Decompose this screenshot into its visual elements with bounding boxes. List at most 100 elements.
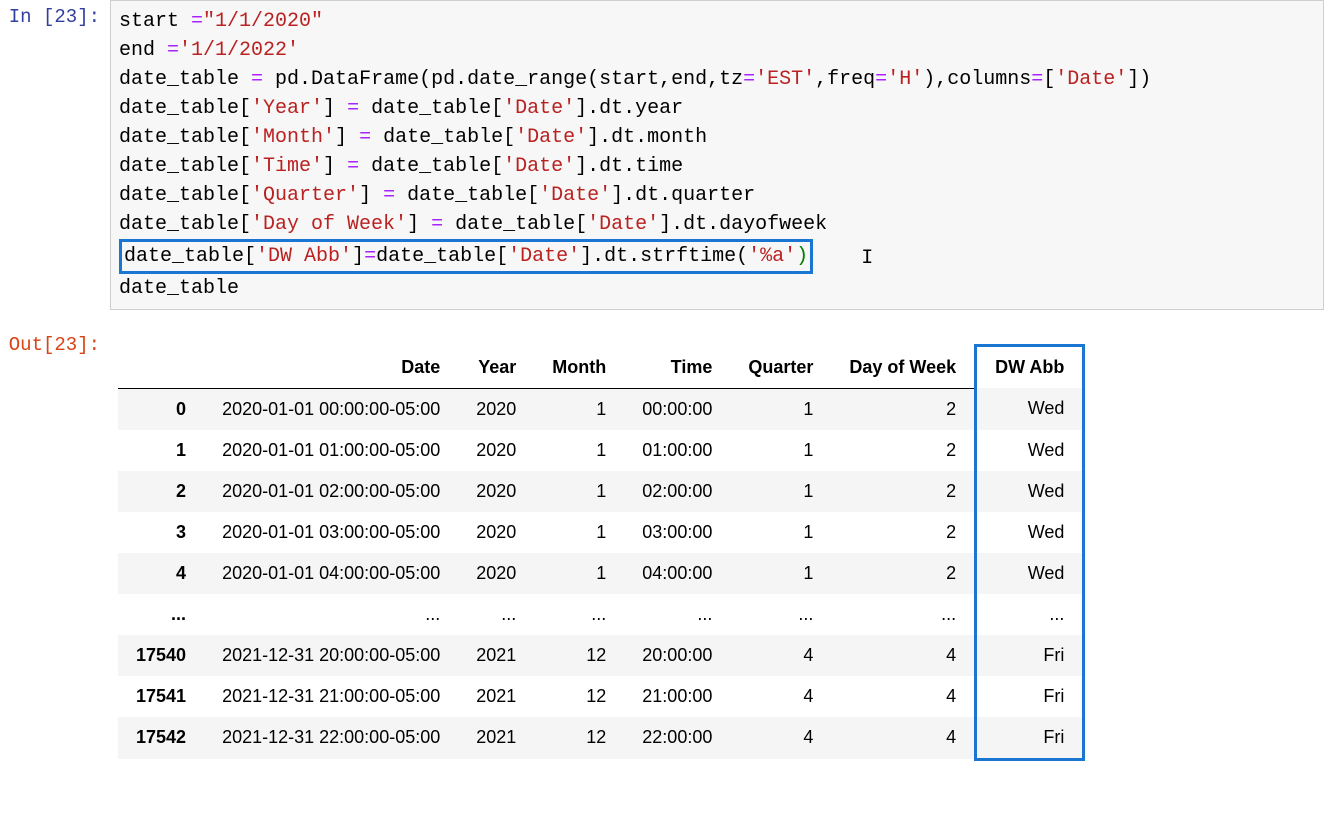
- row-index: 17541: [118, 676, 204, 717]
- text-cursor-icon: I: [861, 244, 871, 273]
- cell-date: 2020-01-01 02:00:00-05:00: [204, 471, 458, 512]
- cell-month: ...: [534, 594, 624, 635]
- output-cell: Out[23]: Date Year Month Time Quarter Da…: [0, 328, 1324, 761]
- cell-time: 02:00:00: [624, 471, 730, 512]
- cell-date: 2020-01-01 04:00:00-05:00: [204, 553, 458, 594]
- code-line-3: date_table = pd.DataFrame(pd.date_range(…: [119, 68, 1151, 91]
- cell-quarter: ...: [730, 594, 831, 635]
- row-index: 17540: [118, 635, 204, 676]
- cell-quarter: 1: [730, 388, 831, 430]
- input-cell: In [23]: start ="1/1/2020" end ='1/1/202…: [0, 0, 1324, 310]
- cell-dwabb: ...: [976, 594, 1084, 635]
- code-line-7: date_table['Quarter'] = date_table['Date…: [119, 184, 755, 207]
- cell-quarter: 1: [730, 512, 831, 553]
- col-header-month: Month: [534, 346, 624, 389]
- cell-time: 00:00:00: [624, 388, 730, 430]
- cell-year: 2021: [458, 676, 534, 717]
- code-line-6: date_table['Time'] = date_table['Date'].…: [119, 155, 683, 178]
- cell-year: 2020: [458, 430, 534, 471]
- col-header-time: Time: [624, 346, 730, 389]
- table-row: 1 2020-01-01 01:00:00-05:00 2020 1 01:00…: [118, 430, 1084, 471]
- cell-month: 1: [534, 512, 624, 553]
- table-row: 17541 2021-12-31 21:00:00-05:00 2021 12 …: [118, 676, 1084, 717]
- table-header-row: Date Year Month Time Quarter Day of Week…: [118, 346, 1084, 389]
- cell-date: 2021-12-31 22:00:00-05:00: [204, 717, 458, 760]
- cell-date: 2020-01-01 01:00:00-05:00: [204, 430, 458, 471]
- cell-month: 12: [534, 717, 624, 760]
- out-prompt: Out[23]:: [0, 328, 110, 356]
- col-header-dwabb: DW Abb: [976, 346, 1084, 389]
- cell-quarter: 1: [730, 553, 831, 594]
- cell-quarter: 4: [730, 717, 831, 760]
- cell-month: 12: [534, 676, 624, 717]
- cell-date: 2021-12-31 21:00:00-05:00: [204, 676, 458, 717]
- cell-dwabb: Wed: [976, 553, 1084, 594]
- table-row: 3 2020-01-01 03:00:00-05:00 2020 1 03:00…: [118, 512, 1084, 553]
- code-line-4: date_table['Year'] = date_table['Date'].…: [119, 97, 683, 120]
- cell-dayofweek: 2: [831, 388, 975, 430]
- row-index: 17542: [118, 717, 204, 760]
- cell-quarter: 4: [730, 676, 831, 717]
- cell-dayofweek: 2: [831, 553, 975, 594]
- code-input[interactable]: start ="1/1/2020" end ='1/1/2022' date_t…: [110, 0, 1324, 310]
- cell-quarter: 4: [730, 635, 831, 676]
- cell-dwabb: Wed: [976, 471, 1084, 512]
- cell-dwabb: Wed: [976, 512, 1084, 553]
- cell-date: 2020-01-01 03:00:00-05:00: [204, 512, 458, 553]
- cell-time: 01:00:00: [624, 430, 730, 471]
- code-line-2: end ='1/1/2022': [119, 39, 299, 62]
- cell-month: 1: [534, 430, 624, 471]
- cell-dayofweek: 2: [831, 471, 975, 512]
- cell-dayofweek: 2: [831, 430, 975, 471]
- cell-date: 2021-12-31 20:00:00-05:00: [204, 635, 458, 676]
- cell-date: 2020-01-01 00:00:00-05:00: [204, 388, 458, 430]
- cell-year: ...: [458, 594, 534, 635]
- cell-date: ...: [204, 594, 458, 635]
- code-line-5: date_table['Month'] = date_table['Date']…: [119, 126, 707, 149]
- col-header-year: Year: [458, 346, 534, 389]
- cell-year: 2021: [458, 717, 534, 760]
- cell-year: 2021: [458, 635, 534, 676]
- row-index: 1: [118, 430, 204, 471]
- cell-dwabb: Fri: [976, 717, 1084, 760]
- cell-time: ...: [624, 594, 730, 635]
- cell-month: 1: [534, 553, 624, 594]
- cell-dayofweek: 4: [831, 676, 975, 717]
- highlighted-code-line: date_table['DW Abb']=date_table['Date'].…: [119, 239, 813, 274]
- table-row: 4 2020-01-01 04:00:00-05:00 2020 1 04:00…: [118, 553, 1084, 594]
- cell-year: 2020: [458, 512, 534, 553]
- cell-time: 21:00:00: [624, 676, 730, 717]
- in-prompt: In [23]:: [0, 0, 110, 28]
- cell-year: 2020: [458, 388, 534, 430]
- col-header-date: Date: [204, 346, 458, 389]
- code-line-8: date_table['Day of Week'] = date_table['…: [119, 213, 827, 236]
- table-row: 2 2020-01-01 02:00:00-05:00 2020 1 02:00…: [118, 471, 1084, 512]
- code-line-10: date_table: [119, 277, 239, 300]
- cell-time: 20:00:00: [624, 635, 730, 676]
- cell-dwabb: Fri: [976, 635, 1084, 676]
- code-line-1: start ="1/1/2020": [119, 10, 323, 33]
- col-header-index: [118, 346, 204, 389]
- cell-time: 04:00:00: [624, 553, 730, 594]
- row-index: 2: [118, 471, 204, 512]
- row-index: 4: [118, 553, 204, 594]
- cell-month: 1: [534, 471, 624, 512]
- row-index: 3: [118, 512, 204, 553]
- cell-dayofweek: 2: [831, 512, 975, 553]
- cell-dwabb: Wed: [976, 388, 1084, 430]
- row-index: 0: [118, 388, 204, 430]
- cell-quarter: 1: [730, 430, 831, 471]
- table-row: 17542 2021-12-31 22:00:00-05:00 2021 12 …: [118, 717, 1084, 760]
- table-row: 0 2020-01-01 00:00:00-05:00 2020 1 00:00…: [118, 388, 1084, 430]
- cell-month: 12: [534, 635, 624, 676]
- cell-dayofweek: 4: [831, 635, 975, 676]
- cell-month: 1: [534, 388, 624, 430]
- cell-year: 2020: [458, 471, 534, 512]
- cell-quarter: 1: [730, 471, 831, 512]
- cell-dwabb: Fri: [976, 676, 1084, 717]
- table-row: 17540 2021-12-31 20:00:00-05:00 2021 12 …: [118, 635, 1084, 676]
- table-row-ellipsis: ... ... ... ... ... ... ... ...: [118, 594, 1084, 635]
- dataframe-table: Date Year Month Time Quarter Day of Week…: [118, 344, 1085, 761]
- col-header-dayofweek: Day of Week: [831, 346, 975, 389]
- cell-time: 22:00:00: [624, 717, 730, 760]
